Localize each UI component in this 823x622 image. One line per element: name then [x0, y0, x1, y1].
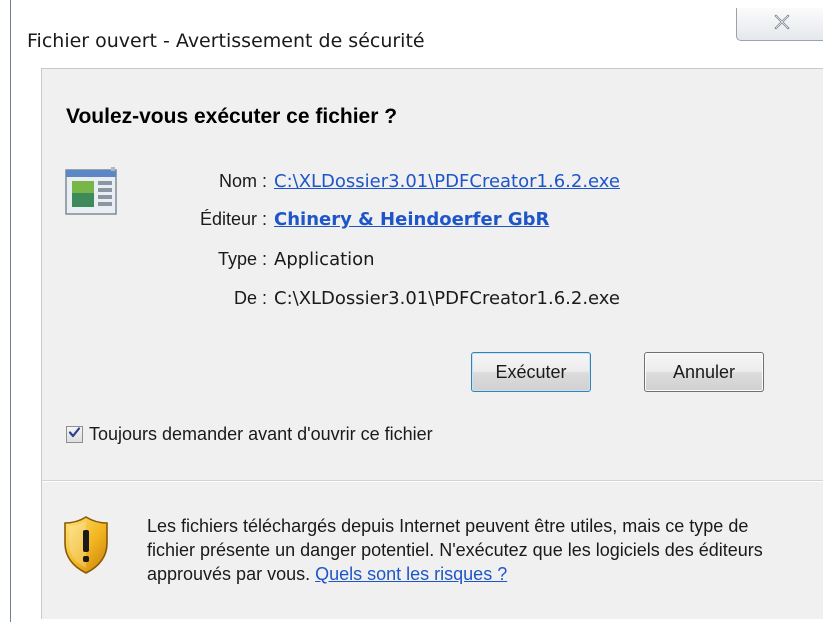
- always-ask-option: Toujours demander avant d'ouvrir ce fich…: [66, 424, 433, 445]
- publisher-link[interactable]: Chinery & Heindoerfer GbR: [274, 209, 549, 230]
- close-button[interactable]: [736, 8, 823, 41]
- cancel-button[interactable]: Annuler: [644, 352, 764, 392]
- close-icon: [773, 13, 791, 36]
- type-label: Type :: [217, 249, 267, 269]
- run-button[interactable]: Exécuter: [471, 352, 591, 392]
- publisher-label: Éditeur :: [199, 209, 267, 229]
- file-name-link[interactable]: C:\XLDossier3.01\PDFCreator1.6.2.exe: [274, 171, 620, 192]
- always-ask-checkbox[interactable]: [66, 426, 83, 443]
- dialog-question: Voulez-vous exécuter ce fichier ?: [66, 105, 398, 128]
- title-bar: Fichier ouvert - Avertissement de sécuri…: [11, 0, 823, 68]
- name-label: Nom :: [218, 171, 267, 191]
- from-label: De :: [233, 288, 267, 308]
- always-ask-label[interactable]: Toujours demander avant d'ouvrir ce fich…: [89, 424, 433, 445]
- type-value: Application: [274, 249, 375, 270]
- risks-link[interactable]: Quels sont les risques ?: [315, 564, 507, 584]
- from-value: C:\XLDossier3.01\PDFCreator1.6.2.exe: [274, 288, 620, 309]
- security-warning-message: Les fichiers téléchargés depuis Internet…: [147, 514, 787, 586]
- checkmark-icon: [68, 426, 81, 444]
- dialog-content-panel: Voulez-vous exécuter ce fichier ? Nom : …: [41, 68, 823, 619]
- section-divider: [42, 480, 823, 482]
- shield-warning-icon: [62, 515, 110, 575]
- window-title: Fichier ouvert - Avertissement de sécuri…: [27, 30, 425, 52]
- security-warning-dialog: Fichier ouvert - Avertissement de sécuri…: [10, 0, 823, 622]
